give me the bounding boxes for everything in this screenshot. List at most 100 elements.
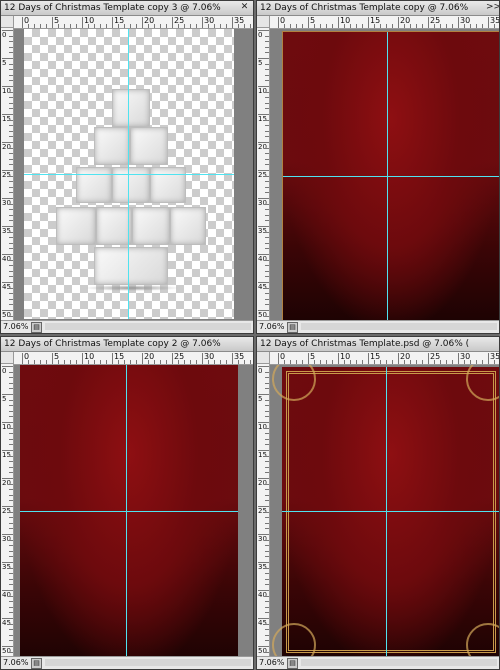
zoom-level[interactable]: 7.06% [3,657,28,669]
ruler-tick [9,153,13,155]
ruler-tick [9,231,13,233]
canvas-area[interactable] [14,29,253,320]
ruler-tick [296,360,297,364]
ruler-tick [9,164,13,166]
ruler-tick [70,24,71,28]
document-window-copy-3[interactable]: 12 Days of Christmas Template copy 3 @ 7… [0,0,254,334]
ruler-tick [9,52,13,54]
ruler-tick [368,353,369,364]
ruler-tick [2,198,13,199]
ruler-tick [106,360,107,364]
horizontal-scrollbar[interactable] [301,659,497,666]
ruler-tick [2,142,13,143]
ruler-tick [265,231,269,233]
vertical-ruler[interactable]: 0 5 10 15 20 25 30 35 40 45 50 [1,28,14,321]
close-icon[interactable]: ✕ [239,2,250,13]
zoom-level[interactable]: 7.06% [259,321,284,333]
horizontal-ruler[interactable]: 05101520253035 [14,352,253,365]
document-window-psd[interactable]: 12 Days of Christmas Template.psd @ 7.06… [256,336,500,670]
ruler-tick [464,24,465,28]
ruler-tick [88,360,89,364]
ruler-tick [9,220,13,222]
ruler-tick [9,584,13,586]
ruler-tick [265,623,269,625]
ruler-tick [265,405,269,407]
ruler-tick [258,506,269,507]
ruler-tick [404,360,405,364]
window-titlebar[interactable]: 12 Days of Christmas Template copy @ 7.0… [257,1,499,16]
ruler-label: 20 [144,16,155,25]
ruler-tick [130,360,131,364]
ruler-tick [350,360,351,364]
ruler-tick [2,86,13,87]
ruler-tick [232,17,233,28]
ruler-tick [265,41,269,43]
window-titlebar[interactable]: 12 Days of Christmas Template.psd @ 7.06… [257,337,499,352]
layers-icon[interactable]: ▤ [31,658,42,669]
ruler-tick [9,259,13,261]
zoom-level[interactable]: 7.06% [259,657,284,669]
ruler-tick [362,24,363,28]
horizontal-scrollbar[interactable] [301,323,497,330]
vertical-ruler[interactable]: 0 5 10 15 20 25 30 35 40 45 50 [257,28,270,321]
gold-frame [286,371,496,653]
ruler-tick [314,360,315,364]
red-background-canvas [20,365,238,656]
ruler-label: 15 [370,16,381,25]
ruler-origin[interactable] [1,16,14,28]
layers-icon[interactable]: ▤ [287,658,298,669]
ruler-label: 35 [234,16,245,25]
layers-icon[interactable]: ▤ [287,322,298,333]
ruler-origin[interactable] [257,352,270,364]
ruler-tick [278,353,279,364]
ruler-tick [9,567,13,569]
ruler-tick [265,528,269,530]
ruler-tick [9,399,13,401]
horizontal-scrollbar[interactable] [45,659,251,666]
document-window-copy-2[interactable]: 12 Days of Christmas Template copy 2 @ 7… [0,336,254,670]
ruler-tick [2,254,13,255]
ruler-tick [320,360,321,364]
window-titlebar[interactable]: 12 Days of Christmas Template copy 3 @ 7… [1,1,253,16]
canvas-area[interactable] [14,365,253,656]
canvas-area[interactable] [270,29,499,320]
ruler-tick [9,528,13,530]
ruler-tick [9,108,13,110]
ruler-tick [2,534,13,535]
ruler-origin[interactable] [257,16,270,28]
horizontal-ruler[interactable]: 05101520253035 [270,352,499,365]
red-background-canvas [282,31,499,320]
collapse-icon[interactable]: >> [486,2,499,13]
ruler-tick [392,360,393,364]
ruler-tick [476,24,477,28]
ruler-tick [34,24,35,28]
ruler-tick [374,360,375,364]
ruler-tick [130,24,131,28]
zoom-level[interactable]: 7.06% [3,321,28,333]
ruler-tick [184,24,185,28]
ruler-tick [422,24,423,28]
ruler-tick [9,91,13,93]
canvas-area[interactable] [270,365,499,656]
vertical-ruler[interactable]: 0 5 10 15 20 25 30 35 40 45 50 [257,364,270,657]
ruler-tick [220,24,221,28]
ruler-origin[interactable] [1,352,14,364]
ruler-tick [308,353,309,364]
ruler-tick [258,562,269,563]
ruler-tick [265,629,269,631]
window-titlebar[interactable]: 12 Days of Christmas Template copy 2 @ 7… [1,337,253,352]
document-window-copy[interactable]: 12 Days of Christmas Template copy @ 7.0… [256,0,500,334]
horizontal-ruler[interactable]: 05101520253035 [270,16,499,29]
ruler-tick [154,360,155,364]
ruler-tick [9,158,13,160]
layers-icon[interactable]: ▤ [31,322,42,333]
horizontal-ruler[interactable]: 05101520253035 [14,16,253,29]
ruler-tick [265,584,269,586]
ruler-tick [88,24,89,28]
horizontal-scrollbar[interactable] [45,323,251,330]
ruler-tick [9,595,13,597]
ruler-tick [265,209,269,211]
vertical-ruler[interactable]: 0 5 10 15 20 25 30 35 40 45 50 [1,364,14,657]
ruler-tick [265,147,269,149]
ruler-label: 25 [430,352,441,361]
